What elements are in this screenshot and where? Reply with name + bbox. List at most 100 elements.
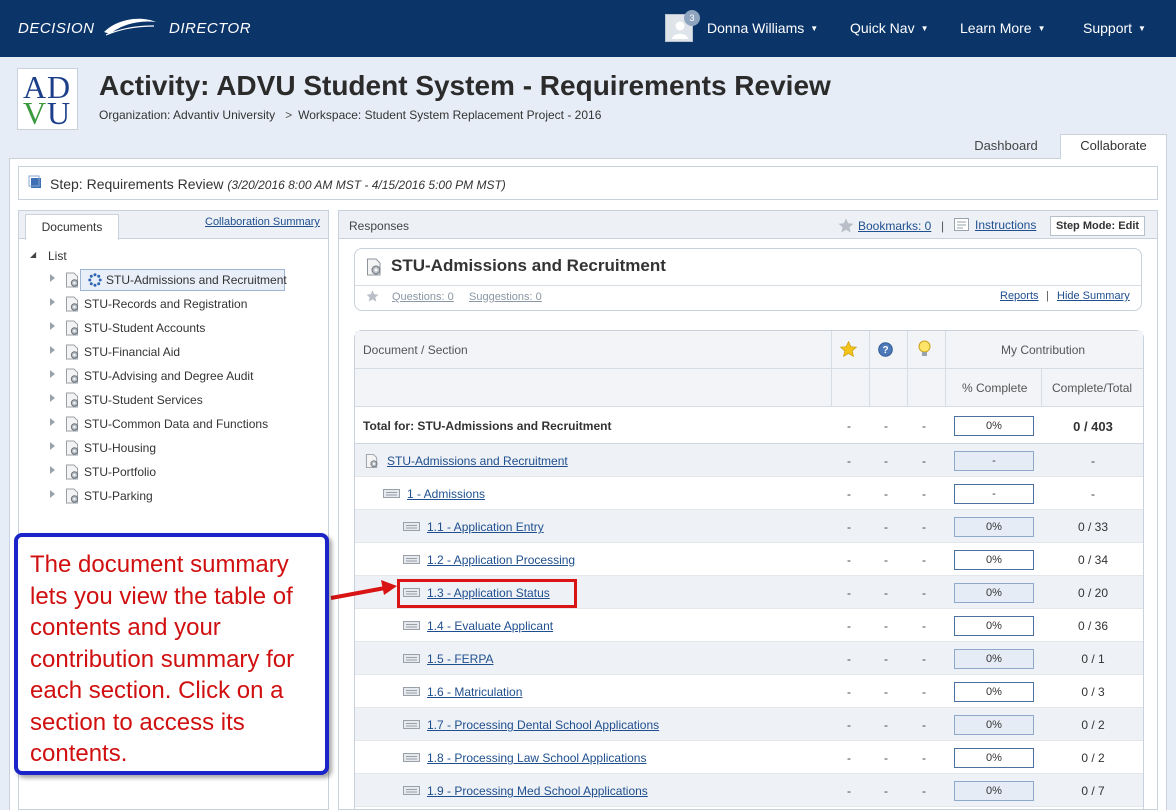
bookmark-count: -: [847, 685, 851, 699]
section-link[interactable]: 1.4 - Evaluate Applicant: [427, 619, 553, 633]
section-entry[interactable]: 1.5 - FERPA: [403, 651, 803, 667]
breadcrumb-workspace[interactable]: Workspace: Student System Replacement Pr…: [298, 108, 601, 122]
star-icon: [366, 290, 379, 302]
chevron-down-icon: ▼: [1037, 24, 1046, 33]
section-link[interactable]: 1.1 - Application Entry: [427, 520, 544, 534]
section-entry[interactable]: 1.8 - Processing Law School Applications: [403, 750, 803, 766]
section-icon: [403, 753, 420, 762]
tree-item-label: STU-Student Services: [84, 393, 203, 407]
suggestion-count: -: [922, 784, 926, 798]
section-entry[interactable]: 1 - Admissions: [383, 486, 783, 502]
page-title: Activity: ADVU Student System - Requirem…: [99, 70, 831, 101]
bookmark-count: -: [847, 652, 851, 666]
document-gear-icon: [66, 440, 79, 456]
section-entry[interactable]: 1.9 - Processing Med School Applications: [403, 783, 803, 799]
tree-expand-icon[interactable]: [50, 490, 55, 498]
section-link[interactable]: 1.8 - Processing Law School Applications: [427, 751, 646, 765]
section-entry[interactable]: 1.6 - Matriculation: [403, 684, 803, 700]
reports-link[interactable]: Reports: [1000, 290, 1039, 302]
tree-expand-icon[interactable]: [50, 442, 55, 450]
instructions-link[interactable]: Instructions: [975, 218, 1036, 232]
section-link[interactable]: 1.2 - Application Processing: [427, 553, 575, 567]
section-link[interactable]: 1.7 - Processing Dental School Applicati…: [427, 718, 659, 732]
table-row[interactable]: 1.4 - Evaluate Applicant - - - 0% 0 / 36: [355, 609, 1143, 642]
tree-collapse-icon[interactable]: ◢: [30, 250, 36, 259]
question-count: -: [884, 487, 888, 501]
bookmarks: Bookmarks: 0: [838, 218, 931, 233]
question-icon: ?: [878, 342, 893, 357]
tree-expand-icon[interactable]: [50, 298, 55, 306]
tree-item-label: STU-Portfolio: [84, 465, 157, 479]
suggestion-count: -: [922, 586, 926, 600]
section-link[interactable]: 1.5 - FERPA: [427, 652, 493, 666]
question-count: -: [884, 652, 888, 666]
questions-link[interactable]: Questions: 0: [392, 291, 454, 303]
percent-complete-bar: 0%: [954, 583, 1034, 603]
section-link[interactable]: 1 - Admissions: [407, 487, 485, 501]
section-icon: [403, 522, 420, 531]
instructions: Instructions: [954, 218, 1036, 232]
table-row[interactable]: STU-Admissions and Recruitment - - - - -: [355, 444, 1143, 477]
tree-root-list[interactable]: List: [48, 249, 67, 263]
complete-total: 0 / 33: [1077, 520, 1109, 534]
quick-nav-menu[interactable]: Quick Nav ▼: [850, 20, 929, 36]
section-entry[interactable]: 1.2 - Application Processing: [403, 552, 803, 568]
percent-complete-bar: 0%: [954, 748, 1034, 768]
tree-expand-icon[interactable]: [50, 466, 55, 474]
bookmark-count: -: [847, 520, 851, 534]
table-row[interactable]: 1.5 - FERPA - - - 0% 0 / 1: [355, 642, 1143, 675]
tree-item-label: STU-Student Accounts: [84, 321, 206, 335]
section-entry[interactable]: 1.4 - Evaluate Applicant: [403, 618, 803, 634]
tree-item-label: STU-Housing: [84, 441, 157, 455]
table-row[interactable]: 1.1 - Application Entry - - - 0% 0 / 33: [355, 510, 1143, 543]
user-menu[interactable]: Donna Williams ▼: [707, 20, 818, 36]
table-row[interactable]: 1.8 - Processing Law School Applications…: [355, 741, 1143, 774]
bookmarks-link[interactable]: Bookmarks: 0: [858, 219, 931, 233]
question-count: -: [884, 685, 888, 699]
step-mode-button[interactable]: Step Mode: Edit: [1050, 216, 1145, 236]
tab-documents[interactable]: Documents: [25, 214, 119, 240]
tree-expand-icon[interactable]: [50, 346, 55, 354]
section-link[interactable]: 1.6 - Matriculation: [427, 685, 522, 699]
tab-collaborate[interactable]: Collaborate: [1060, 134, 1167, 159]
column-divider: [869, 331, 870, 407]
section-entry[interactable]: 1.1 - Application Entry: [403, 519, 803, 535]
tree-expand-icon[interactable]: [50, 370, 55, 378]
tree-expand-icon[interactable]: [50, 274, 55, 282]
percent-complete-bar: 0%: [954, 616, 1034, 636]
question-count: -: [884, 553, 888, 567]
table-row[interactable]: 1 - Admissions - - - - -: [355, 477, 1143, 510]
table-row[interactable]: 1.2 - Application Processing - - - 0% 0 / 34: [355, 543, 1143, 576]
tree-expand-icon[interactable]: [50, 418, 55, 426]
section-link[interactable]: 1.9 - Processing Med School Applications: [427, 784, 648, 798]
separator: |: [941, 219, 945, 233]
hide-summary-link[interactable]: Hide Summary: [1057, 290, 1130, 302]
suggestion-count: -: [922, 718, 926, 732]
suggestion-count: -: [922, 751, 926, 765]
collaboration-summary-link[interactable]: Collaboration Summary: [205, 216, 320, 228]
tree-expand-icon[interactable]: [50, 322, 55, 330]
learn-more-menu[interactable]: Learn More ▼: [960, 20, 1046, 36]
percent-complete-bar: 0%: [954, 781, 1034, 801]
section-icon: [403, 654, 420, 663]
tab-dashboard[interactable]: Dashboard: [957, 135, 1055, 159]
callout-text: The document summary lets you view the t…: [30, 551, 295, 767]
suggestion-count: -: [922, 685, 926, 699]
tree-expand-icon[interactable]: [50, 394, 55, 402]
bookmark-count: -: [847, 784, 851, 798]
table-row[interactable]: 1.6 - Matriculation - - - 0% 0 / 3: [355, 675, 1143, 708]
support-menu[interactable]: Support ▼: [1083, 20, 1146, 36]
notification-badge[interactable]: 3: [684, 10, 700, 26]
column-header-my-contribution: My Contribution: [1001, 343, 1086, 357]
document-icon: [954, 218, 969, 231]
percent-complete-bar: 0%: [954, 682, 1034, 702]
breadcrumb-organization[interactable]: Organization: Advantiv University: [99, 108, 275, 122]
section-entry[interactable]: STU-Admissions and Recruitment: [365, 453, 765, 469]
suggestions-link[interactable]: Suggestions: 0: [469, 291, 542, 303]
section-link[interactable]: STU-Admissions and Recruitment: [387, 454, 568, 468]
table-row[interactable]: 1.7 - Processing Dental School Applicati…: [355, 708, 1143, 741]
bookmark-count: -: [847, 419, 851, 433]
table-row[interactable]: 1.9 - Processing Med School Applications…: [355, 774, 1143, 807]
section-entry[interactable]: 1.7 - Processing Dental School Applicati…: [403, 717, 803, 733]
section-icon: [403, 687, 420, 696]
